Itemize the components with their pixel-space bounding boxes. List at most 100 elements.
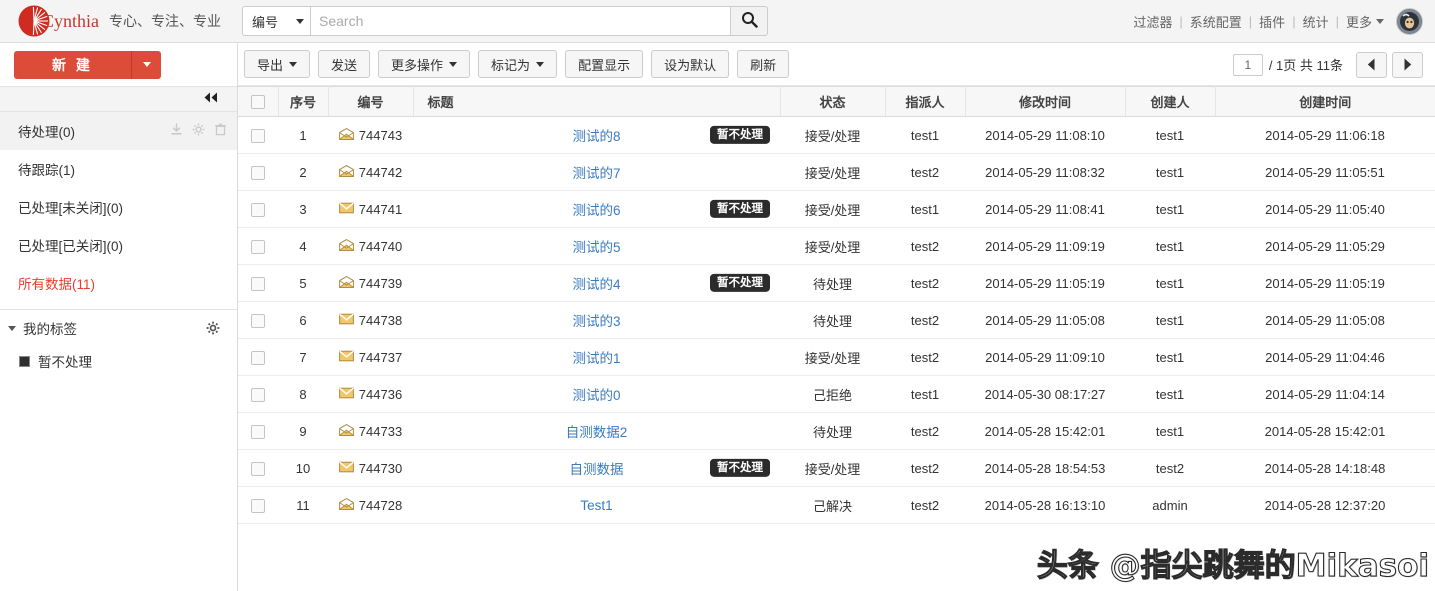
table-row[interactable]: 10 744730 自测数据 暂不处理 接受/处理 test2 2014-05-28 18:… [238, 449, 1435, 487]
nav-link-system-config[interactable]: 系统配置 [1190, 12, 1242, 31]
row-id-cell: 744741 [328, 190, 413, 228]
row-checkbox[interactable] [251, 165, 265, 180]
row-checkbox[interactable] [251, 387, 265, 402]
sidebar-item-label: 所有数据(11) [18, 277, 96, 292]
table-row[interactable]: 7 744737 测试的1 接受/处理 test2 2014-05-29 11:09:10… [238, 338, 1435, 376]
row-checkbox[interactable] [251, 461, 265, 476]
envelope-closed-icon [338, 313, 354, 328]
row-title-link[interactable]: 测试的7 [572, 166, 620, 181]
row-checkbox[interactable] [251, 276, 265, 291]
sidebar-item-tracking[interactable]: 待跟踪(1) [0, 150, 237, 188]
row-title-link[interactable]: 测试的5 [572, 240, 620, 255]
row-id-cell: 744736 [328, 375, 413, 413]
row-checkbox[interactable] [251, 498, 265, 513]
search-button[interactable] [730, 6, 768, 36]
row-title-link[interactable]: 测试的8 [572, 129, 620, 144]
row-title-link[interactable]: 测试的1 [572, 351, 620, 366]
search-input[interactable] [310, 6, 730, 36]
row-id: 744738 [358, 312, 403, 328]
table-row[interactable]: 9 744733 自测数据2 待处理 test2 2014-05-28 15:42:01 t… [238, 412, 1435, 450]
nav-link-filters[interactable]: 过滤器 [1133, 12, 1172, 31]
sidebar-tag-item[interactable]: 暂不处理 [0, 346, 237, 376]
sidebar-item-pending[interactable]: 待处理(0) [0, 112, 237, 150]
column-header-id[interactable]: 编号 [328, 86, 414, 117]
sidebar-item-handled-closed[interactable]: 已处理[已关闭](0) [0, 226, 237, 264]
nav-link-plugins[interactable]: 插件 [1259, 12, 1285, 31]
row-id: 744739 [358, 275, 403, 291]
row-title-cell: 测试的1 [413, 338, 780, 376]
sidebar-item-all-data[interactable]: 所有数据(11) [0, 264, 237, 302]
envelope-open-icon [338, 164, 355, 180]
row-checkbox[interactable] [251, 239, 265, 254]
table-row[interactable]: 5 744739 测试的4 暂不处理 待处理 test2 2014-05-29 11:05:… [238, 264, 1435, 302]
send-button[interactable]: 发送 [318, 50, 371, 78]
chevron-down-icon[interactable] [8, 325, 16, 331]
trash-icon[interactable] [214, 123, 227, 139]
nav-link-more[interactable]: 更多 [1346, 12, 1372, 31]
table-row[interactable]: 6 744738 测试的3 待处理 test2 2014-05-29 11:05:08 te… [238, 301, 1435, 339]
new-button[interactable]: 新 建 [14, 50, 131, 79]
nav-link-statistics[interactable]: 统计 [1303, 12, 1329, 31]
set-default-button[interactable]: 设为默认 [651, 50, 730, 78]
mark-as-button[interactable]: 标记为 [478, 50, 558, 78]
table-row[interactable]: 8 744736 测试的0 己拒绝 test1 2014-05-30 08:17:27 te… [238, 375, 1435, 413]
table-row[interactable]: 2 744742 测试的7 接受/处理 test2 2014-05-29 11:08:32… [238, 153, 1435, 191]
row-title-cell: 自测数据 暂不处理 [413, 449, 780, 487]
select-all-checkbox[interactable] [250, 95, 265, 110]
search-scope-select[interactable]: 编号 [242, 6, 310, 36]
column-header-status[interactable]: 状态 [780, 86, 886, 117]
row-select-cell [238, 375, 278, 413]
table-row[interactable]: 11 744728 Test1 己解决 test2 2014-05-28 16:13:10… [238, 486, 1435, 524]
row-checkbox[interactable] [251, 313, 265, 328]
row-title-link[interactable]: 测试的0 [572, 388, 620, 403]
envelope-closed-icon [338, 461, 354, 476]
download-icon[interactable] [170, 123, 183, 139]
new-button-dropdown[interactable] [131, 50, 161, 79]
row-title-link[interactable]: 自测数据2 [566, 425, 628, 440]
column-header-index[interactable]: 序号 [278, 86, 329, 117]
gear-icon[interactable] [206, 321, 220, 338]
row-checkbox[interactable] [251, 350, 265, 365]
table-row[interactable]: 4 744740 测试的5 接受/处理 test2 2014-05-29 11:09:19… [238, 227, 1435, 265]
gear-icon[interactable] [192, 123, 205, 139]
row-created-time: 2014-05-29 11:04:46 [1215, 338, 1435, 376]
column-header-created[interactable]: 创建时间 [1215, 86, 1435, 117]
table-row[interactable]: 3 744741 测试的6 暂不处理 接受/处理 test1 2014-05-29 11:0… [238, 190, 1435, 228]
avatar[interactable] [1396, 8, 1423, 35]
row-id: 744730 [358, 460, 403, 476]
envelope-open-icon [338, 423, 355, 439]
row-checkbox[interactable] [251, 202, 265, 217]
row-checkbox[interactable] [251, 424, 265, 439]
chevron-down-icon [1376, 19, 1384, 24]
export-button[interactable]: 导出 [244, 50, 311, 78]
row-title-link[interactable]: 测试的6 [572, 203, 620, 218]
table-row[interactable]: 1 744743 测试的8 暂不处理 接受/处理 test1 2014-05-29 11:0… [238, 116, 1435, 154]
top-nav-links: 过滤器 | 系统配置 | 插件 | 统计 | 更多 [1133, 0, 1423, 43]
column-header-creator[interactable]: 创建人 [1125, 86, 1216, 117]
row-checkbox[interactable] [251, 128, 265, 143]
row-title-link[interactable]: Test1 [580, 498, 612, 513]
row-assignee: test1 [885, 190, 965, 228]
row-title-link[interactable]: 自测数据 [570, 462, 624, 477]
more-actions-button[interactable]: 更多操作 [378, 50, 471, 78]
configure-display-button[interactable]: 配置显示 [565, 50, 644, 78]
row-modified-time: 2014-05-29 11:05:19 [965, 264, 1125, 302]
column-header-title[interactable]: 标题 [413, 86, 781, 117]
row-status: 己解决 [780, 486, 885, 524]
row-select-cell [238, 190, 278, 228]
nav-separator: | [1248, 14, 1253, 29]
next-page-button[interactable] [1392, 51, 1423, 78]
refresh-button[interactable]: 刷新 [737, 50, 790, 78]
row-created-time: 2014-05-29 11:05:19 [1215, 264, 1435, 302]
column-header-modified[interactable]: 修改时间 [965, 86, 1126, 117]
row-index: 1 [278, 116, 328, 154]
row-title-link[interactable]: 测试的3 [572, 314, 620, 329]
page-number-input[interactable] [1232, 53, 1263, 76]
sidebar-item-handled-open[interactable]: 已处理[未关闭](0) [0, 188, 237, 226]
row-title-link[interactable]: 测试的4 [572, 277, 620, 292]
collapse-left-icon[interactable] [202, 91, 219, 107]
row-assignee: test1 [885, 375, 965, 413]
column-header-assignee[interactable]: 指派人 [885, 86, 966, 117]
prev-page-button[interactable] [1356, 51, 1387, 78]
row-index: 5 [278, 264, 328, 302]
